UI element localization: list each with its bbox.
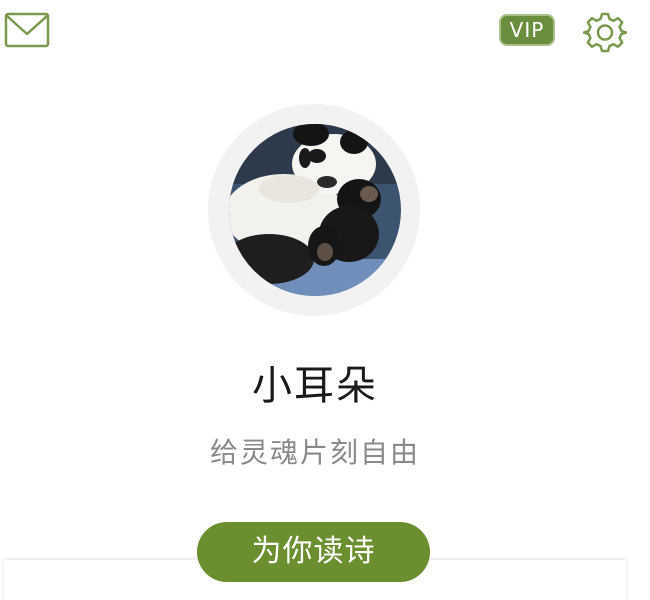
panda-photo <box>229 124 401 296</box>
user-motto: 给灵魂片刻自由 <box>209 436 420 469</box>
vip-badge[interactable]: VIP <box>499 14 555 46</box>
username: 小耳朵 <box>252 363 378 409</box>
mail-button[interactable] <box>4 10 50 50</box>
envelope-icon <box>4 12 50 48</box>
read-poem-button[interactable]: 为你读诗 <box>197 522 430 582</box>
gear-icon <box>582 12 628 53</box>
avatar[interactable] <box>229 124 401 296</box>
profile-page: VIP 小耳朵 给灵魂片刻自由 为你读诗 <box>0 0 650 600</box>
settings-button[interactable] <box>582 10 628 54</box>
